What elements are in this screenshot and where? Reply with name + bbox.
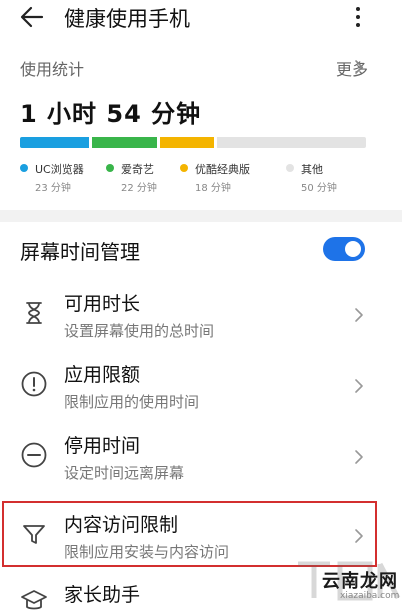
usage-stats-label: 使用统计 [20, 60, 85, 79]
item-title: 可用时长 [64, 293, 141, 315]
minus-circle-icon [21, 442, 47, 468]
more-vertical-icon [348, 7, 368, 27]
item-subtitle: 限制应用的使用时间 [64, 393, 200, 411]
legend-dot [180, 164, 188, 172]
chevron-right-icon [355, 450, 363, 464]
total-usage-time: 1 小时 54 分钟 [20, 100, 202, 128]
chevron-right-icon[interactable] [352, 58, 366, 76]
graduation-cap-icon [21, 590, 47, 610]
legend-app-time: 50 分钟 [301, 183, 337, 194]
usage-segment-0 [20, 137, 89, 148]
usage-segment-3 [216, 137, 366, 148]
legend-app-name: 优酷经典版 [195, 163, 250, 176]
usage-bar [20, 137, 366, 148]
usage-stats-row: 使用统计 更多 [0, 50, 402, 84]
item-title: 应用限额 [64, 364, 141, 386]
watermark-url: xiazaiba.com [340, 591, 400, 601]
legend-dot [20, 164, 28, 172]
item-title: 内容访问限制 [64, 514, 179, 536]
legend-app-name: 爱奇艺 [121, 163, 154, 176]
watermark-text: 云南龙网 [322, 571, 398, 592]
hourglass-icon [26, 302, 42, 324]
toggle-knob [345, 241, 361, 257]
item-available-time[interactable]: 可用时长 设置屏幕使用的总时间 [0, 279, 402, 349]
legend-app-time: 22 分钟 [121, 183, 157, 194]
item-app-limits[interactable]: 应用限额 限制应用的使用时间 [0, 350, 402, 420]
legend-dot [286, 164, 294, 172]
legend-app-name: UC浏览器 [35, 163, 84, 176]
item-subtitle: 设定时间远离屏幕 [64, 464, 185, 482]
item-downtime[interactable]: 停用时间 设定时间远离屏幕 [0, 421, 402, 491]
item-subtitle: 限制应用安装与内容访问 [64, 543, 230, 561]
exclamation-circle-icon [21, 371, 47, 397]
chevron-right-icon [355, 308, 363, 322]
legend-app-time: 23 分钟 [35, 183, 71, 194]
screen-time-management-row: 屏幕时间管理 [0, 226, 402, 272]
section-divider [0, 210, 402, 222]
usage-legend: UC浏览器 23 分钟 爱奇艺 22 分钟 优酷经典版 18 分钟 其他 50 分钟 [20, 161, 380, 201]
item-title: 家长助手 [64, 584, 141, 606]
item-title: 停用时间 [64, 435, 141, 457]
item-subtitle: 设置屏幕使用的总时间 [64, 322, 215, 340]
usage-segment-1 [91, 137, 158, 148]
more-options-button[interactable] [348, 4, 368, 32]
top-bar: 健康使用手机 [0, 0, 402, 36]
legend-app-name: 其他 [301, 163, 323, 176]
back-button[interactable] [18, 4, 46, 30]
screen-time-management-label: 屏幕时间管理 [20, 240, 140, 264]
chevron-right-icon [355, 529, 363, 543]
legend-app-time: 18 分钟 [195, 183, 231, 194]
legend-dot [106, 164, 114, 172]
usage-segment-2 [160, 137, 214, 148]
page-title: 健康使用手机 [64, 7, 190, 31]
funnel-icon [23, 525, 45, 544]
screen-time-toggle[interactable] [323, 237, 365, 261]
chevron-right-icon [355, 379, 363, 393]
arrow-left-icon [20, 6, 44, 28]
